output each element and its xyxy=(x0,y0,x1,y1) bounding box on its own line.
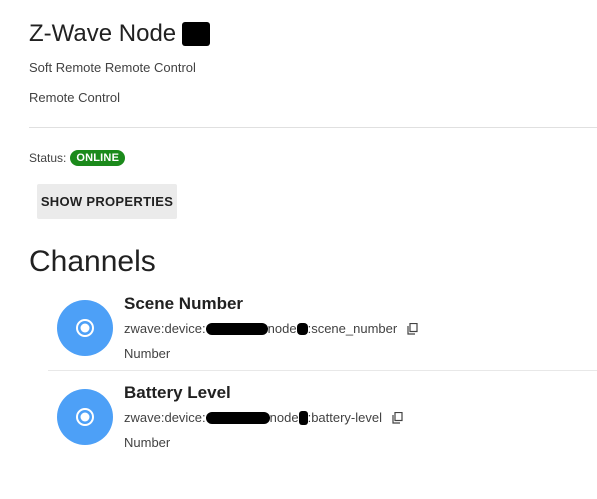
channel-uid: zwave:device: node :battery-level xyxy=(124,410,403,425)
radio-button-icon xyxy=(57,389,113,445)
radio-button-icon xyxy=(57,300,113,356)
channel-type: Number xyxy=(124,435,171,450)
channel-uid: zwave:device: node :scene_number xyxy=(124,321,418,336)
copy-icon[interactable] xyxy=(407,322,418,335)
channel-uid-prefix: zwave:device: xyxy=(124,410,206,425)
thing-details-page: Z-Wave Node Soft Remote Remote Control R… xyxy=(0,0,597,499)
channel-name: Scene Number xyxy=(124,294,244,313)
channel-item-battery-level[interactable]: Battery Level zwave:device: node :batter… xyxy=(48,370,597,458)
redacted-uid xyxy=(205,322,268,335)
redacted-uid xyxy=(296,322,308,335)
page-title: Z-Wave Node xyxy=(29,20,211,48)
show-properties-button[interactable]: SHOW PROPERTIES xyxy=(37,184,177,219)
status-badge: ONLINE xyxy=(70,150,126,166)
channel-uid-mid: node xyxy=(269,410,299,425)
status-label: Status: xyxy=(29,151,67,165)
channel-name: Battery Level xyxy=(124,383,231,402)
channel-list: Scene Number zwave:device: node :scene_n… xyxy=(48,282,597,458)
channel-type: Number xyxy=(124,346,171,361)
copy-icon[interactable] xyxy=(392,411,403,424)
channel-uid-suffix: :scene_number xyxy=(307,321,398,336)
channel-uid-suffix: :battery-level xyxy=(307,410,382,425)
status-row: Status: ONLINE xyxy=(29,150,126,166)
divider xyxy=(29,127,597,128)
redacted-uid xyxy=(205,411,270,424)
channel-uid-mid: node xyxy=(267,321,297,336)
thing-title-text: Z-Wave Node xyxy=(29,20,177,47)
redacted-node-id xyxy=(182,22,211,46)
thing-label: Soft Remote Remote Control xyxy=(29,60,196,75)
thing-type: Remote Control xyxy=(29,90,121,105)
channels-heading: Channels xyxy=(29,245,156,278)
channel-uid-prefix: zwave:device: xyxy=(124,321,206,336)
channel-item-scene-number[interactable]: Scene Number zwave:device: node :scene_n… xyxy=(48,282,597,370)
redacted-uid xyxy=(298,410,308,425)
